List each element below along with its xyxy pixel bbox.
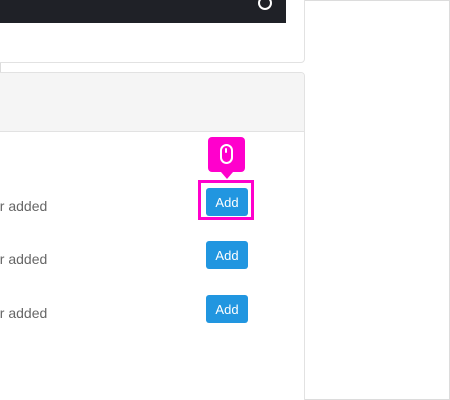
list-item-text: or added	[0, 305, 48, 321]
click-marker	[208, 137, 245, 179]
list-item: or added Add	[0, 188, 304, 228]
top-card	[0, 0, 305, 63]
add-button[interactable]: Add	[206, 241, 248, 269]
list-item: or added Add	[0, 241, 304, 281]
items-panel: or added Add or added Add or added Add	[0, 72, 305, 400]
list-item-text: or added	[0, 251, 48, 267]
mouse-icon	[220, 144, 233, 164]
dark-header-bar	[0, 0, 286, 23]
panel-header	[0, 73, 304, 132]
list-item: or added Add	[0, 295, 304, 335]
add-button[interactable]: Add	[206, 188, 248, 216]
add-button[interactable]: Add	[206, 295, 248, 323]
loading-icon	[258, 0, 272, 10]
list-item-text: or added	[0, 198, 48, 214]
viewport: or added Add or added Add or added Add	[0, 0, 450, 400]
